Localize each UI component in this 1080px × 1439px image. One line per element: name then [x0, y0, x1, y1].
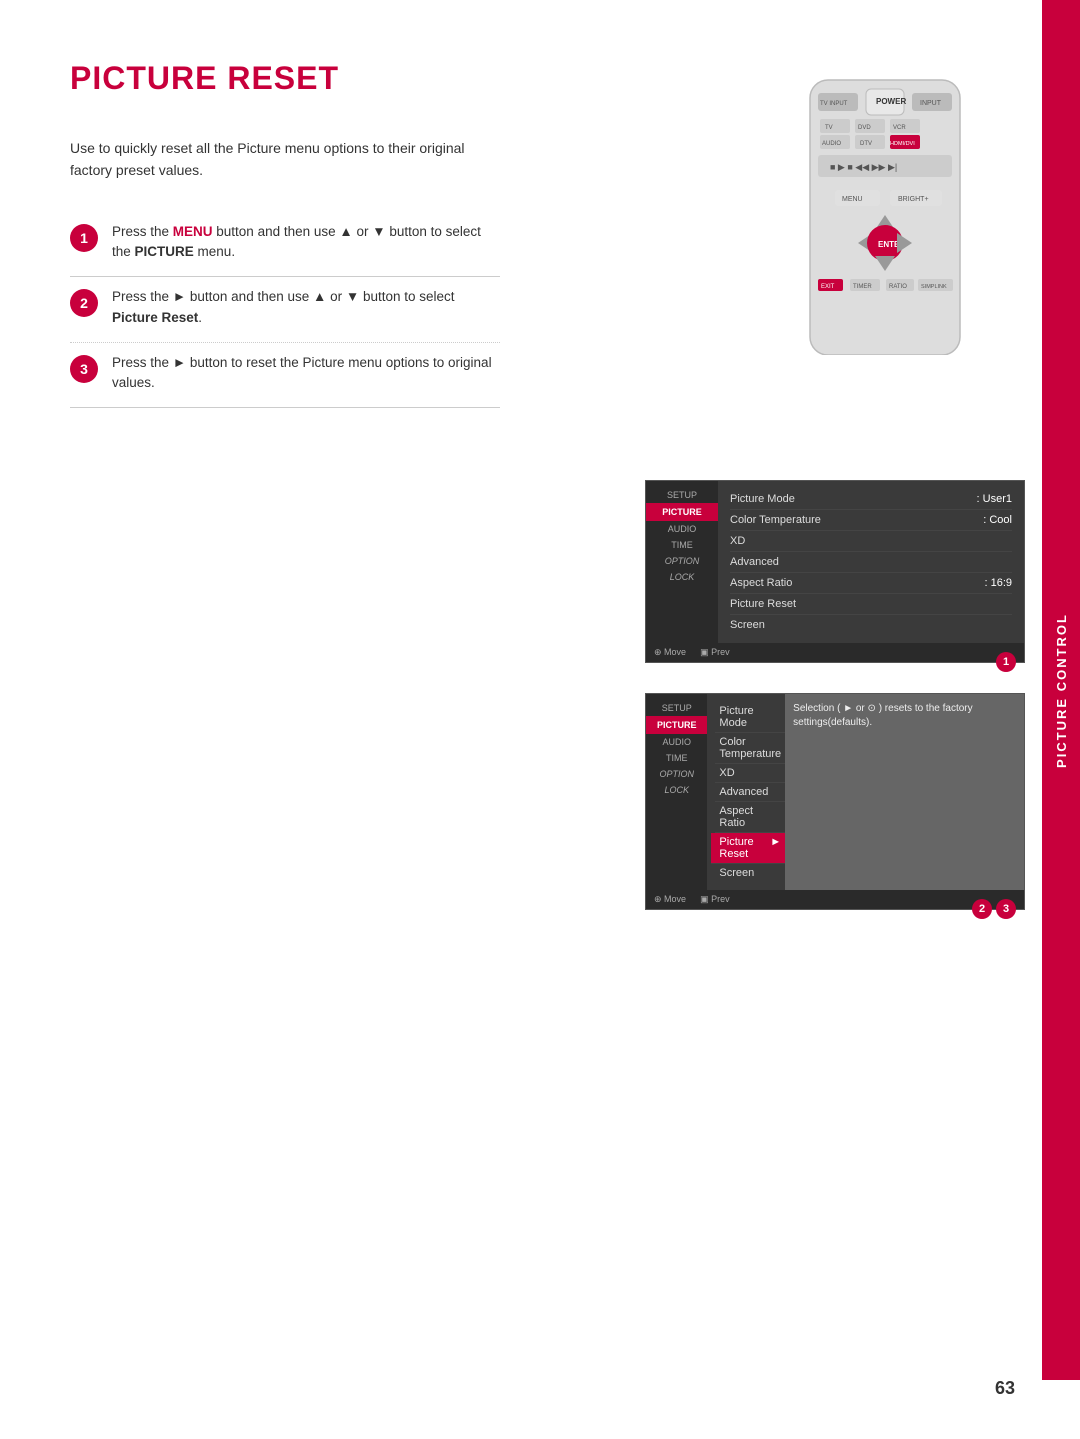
step-2-text: Press the ► button and then use ▲ or ▼ b… [112, 287, 500, 328]
screenshot-1: SETUP PICTURE AUDIO TIME OPTION LOCK Pic… [645, 480, 1025, 663]
menu-row-xd-2: XD [715, 764, 785, 783]
sidebar-setup: SETUP [646, 487, 718, 503]
page-container: PICTURE CONTROL PICTURE RESET Use to qui… [0, 0, 1080, 1439]
step-badges-23: 2 3 [972, 899, 1016, 919]
step-circle-3: 3 [70, 355, 98, 383]
menu-sub-panel: Selection ( ► or ⊙ ) resets to the facto… [785, 694, 1024, 890]
svg-text:VCR: VCR [893, 125, 906, 131]
sidebar-picture: PICTURE [646, 503, 718, 521]
step-1-picture-highlight: PICTURE [135, 244, 194, 259]
menu-row-color-temp: Color Temperature: Cool [730, 510, 1012, 531]
menu-row-screen-2: Screen [715, 864, 785, 882]
step-circle-2: 2 [70, 289, 98, 317]
svg-text:HDMI/DVI: HDMI/DVI [890, 141, 915, 147]
svg-text:TV: TV [825, 125, 833, 131]
screenshot-2-inner: SETUP PICTURE AUDIO TIME OPTION LOCK Pic… [646, 694, 1024, 890]
screenshot-nav-2: ⊕ Move ▣ Prev [646, 890, 1024, 909]
menu-row-advanced-2: Advanced [715, 783, 785, 802]
step-badge-2: 2 [972, 899, 992, 919]
menu-row-screen: Screen [730, 615, 1012, 635]
svg-text:TV INPUT: TV INPUT [820, 101, 848, 107]
svg-text:DVD: DVD [858, 125, 871, 131]
sidebar-label: PICTURE CONTROL [1054, 613, 1069, 768]
menu-row-advanced: Advanced [730, 552, 1012, 573]
menu-row-aspect-2: Aspect Ratio [715, 802, 785, 833]
sidebar-option-2: OPTION [646, 766, 707, 782]
menu-row-picture-mode-2: Picture Mode [715, 702, 785, 733]
menu-row-picture-reset-2: Picture Reset ► [711, 833, 789, 864]
menu-row-picture-reset: Picture Reset [730, 594, 1012, 615]
sidebar-time-2: TIME [646, 750, 707, 766]
page-number: 63 [995, 1378, 1015, 1399]
remote-area: TV INPUT POWER INPUT TV DVD VCR AUDIO DT… [780, 75, 1000, 360]
sidebar-audio: AUDIO [646, 521, 718, 537]
sidebar-bar: PICTURE CONTROL [1042, 0, 1080, 1380]
sidebar-setup-2: SETUP [646, 700, 707, 716]
svg-text:BRIGHT+: BRIGHT+ [898, 196, 929, 203]
screenshots-area: SETUP PICTURE AUDIO TIME OPTION LOCK Pic… [645, 480, 1025, 918]
sidebar-lock: LOCK [646, 569, 718, 585]
menu-row-picture-mode: Picture Mode: User1 [730, 489, 1012, 510]
svg-text:EXIT: EXIT [821, 284, 835, 290]
screenshot-2: SETUP PICTURE AUDIO TIME OPTION LOCK Pic… [645, 693, 1025, 910]
step-2-bold: Picture Reset [112, 310, 198, 325]
svg-text:DTV: DTV [860, 141, 872, 147]
sidebar-picture-2: PICTURE [646, 716, 707, 734]
menu-content-1: Picture Mode: User1 Color Temperature: C… [718, 481, 1024, 643]
step-1: 1 Press the MENU button and then use ▲ o… [70, 222, 500, 278]
menu-row-xd: XD [730, 531, 1012, 552]
step-badge-1: 1 [996, 652, 1016, 672]
step-3-text: Press the ► button to reset the Picture … [112, 353, 500, 394]
step-3: 3 Press the ► button to reset the Pictur… [70, 353, 500, 409]
sidebar-audio-2: AUDIO [646, 734, 707, 750]
step-1-menu-highlight: MENU [173, 224, 213, 239]
sub-panel-text: Selection ( ► or ⊙ ) resets to the facto… [793, 702, 1016, 730]
svg-text:SIMPLINK: SIMPLINK [921, 284, 947, 290]
svg-text:POWER: POWER [876, 97, 906, 106]
remote-svg: TV INPUT POWER INPUT TV DVD VCR AUDIO DT… [790, 75, 990, 360]
steps-section: 1 Press the MENU button and then use ▲ o… [70, 222, 500, 409]
menu-sidebar-2: SETUP PICTURE AUDIO TIME OPTION LOCK [646, 694, 707, 890]
menu-sidebar-1: SETUP PICTURE AUDIO TIME OPTION LOCK [646, 481, 718, 643]
sidebar-lock-2: LOCK [646, 782, 707, 798]
sidebar-option: OPTION [646, 553, 718, 569]
svg-text:INPUT: INPUT [920, 100, 942, 107]
screenshot-1-inner: SETUP PICTURE AUDIO TIME OPTION LOCK Pic… [646, 481, 1024, 643]
menu-row-aspect: Aspect Ratio: 16:9 [730, 573, 1012, 594]
intro-text: Use to quickly reset all the Picture men… [70, 137, 500, 182]
svg-text:MENU: MENU [842, 196, 863, 203]
menu-row-color-temp-2: Color Temperature [715, 733, 785, 764]
step-badge-3: 3 [996, 899, 1016, 919]
step-circle-1: 1 [70, 224, 98, 252]
sidebar-time: TIME [646, 537, 718, 553]
step-2: 2 Press the ► button and then use ▲ or ▼… [70, 287, 500, 343]
screenshot-nav-1: ⊕ Move ▣ Prev [646, 643, 1024, 662]
svg-text:■ ▶ ■ ◀◀ ▶▶ ▶|: ■ ▶ ■ ◀◀ ▶▶ ▶| [830, 162, 897, 172]
svg-text:RATIO: RATIO [889, 284, 907, 290]
svg-text:TIMER: TIMER [853, 284, 872, 290]
step-1-text: Press the MENU button and then use ▲ or … [112, 222, 500, 263]
menu-content-2: Picture Mode Color Temperature XD Advanc… [707, 694, 785, 890]
svg-text:AUDIO: AUDIO [822, 141, 841, 147]
